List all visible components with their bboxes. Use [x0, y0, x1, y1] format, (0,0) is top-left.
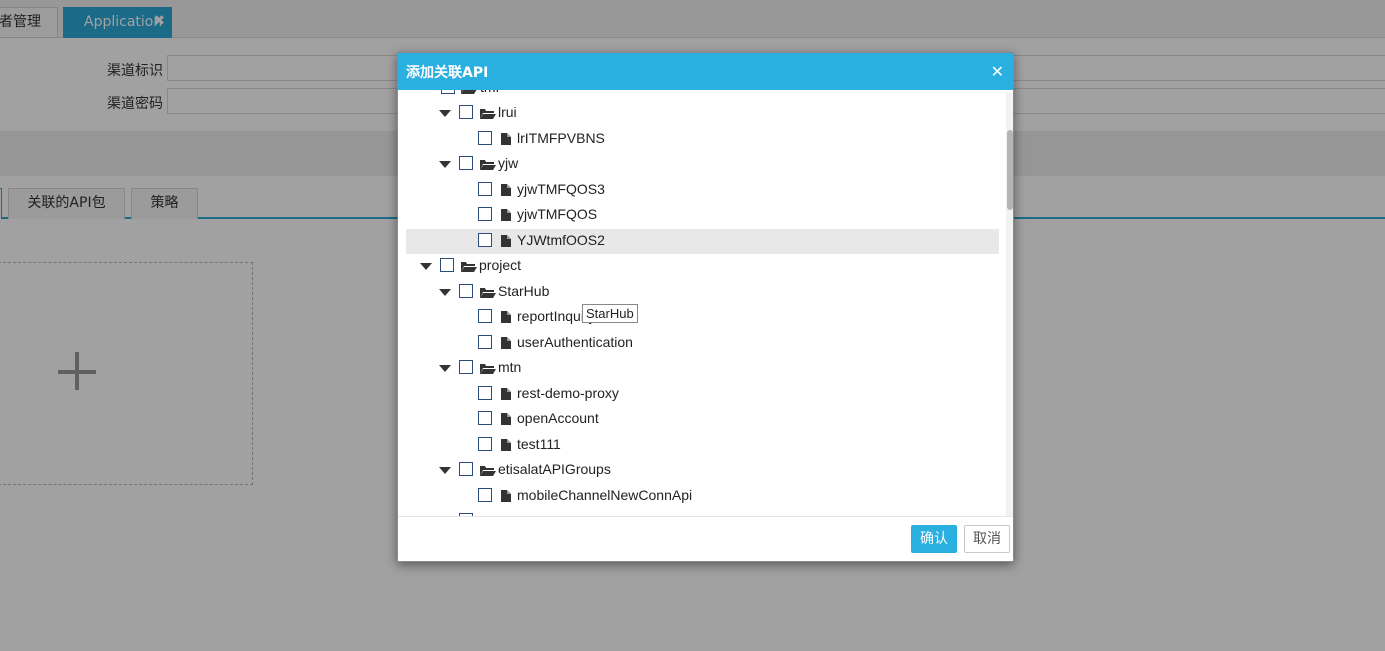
tree-node-lrITMFPVBNS[interactable]: lrITMFPVBNS	[406, 127, 999, 152]
caret-down-icon[interactable]	[439, 110, 451, 117]
node-label: etisalatAPIGroups	[498, 461, 611, 477]
folder-open-icon	[461, 90, 477, 94]
node-label: lrui	[498, 104, 517, 120]
node-checkbox[interactable]	[478, 182, 492, 196]
node-label: tmf	[480, 90, 499, 95]
file-icon	[501, 311, 511, 323]
node-checkbox[interactable]	[459, 284, 473, 298]
folder-open-icon	[480, 160, 496, 170]
node-checkbox[interactable]	[440, 258, 454, 272]
add-api-dialog: 添加关联API ✕ tmf lrui lrITMFPVBNS yjw	[397, 52, 1014, 562]
tree-node-mtn[interactable]: mtn	[406, 356, 999, 381]
tree-node-reportInquiry[interactable]: reportInquiry	[406, 305, 999, 330]
caret-down-icon[interactable]	[439, 467, 451, 474]
tree-node-StarHub[interactable]: StarHub	[406, 280, 999, 305]
file-icon	[501, 235, 511, 247]
dialog-header: 添加关联API ✕	[398, 53, 1013, 90]
tree-node-yjwTMFQOS[interactable]: yjwTMFQOS	[406, 203, 999, 228]
tree-node-lrui[interactable]: lrui	[406, 101, 999, 126]
node-checkbox[interactable]	[478, 411, 492, 425]
node-label: test111	[517, 436, 561, 452]
folder-open-icon	[480, 466, 496, 476]
node-label: StarHub	[498, 283, 550, 299]
node-checkbox[interactable]	[459, 105, 473, 119]
node-label: rest-demo-proxy	[517, 385, 619, 401]
tree-node-next[interactable]	[406, 509, 999, 516]
file-icon	[501, 184, 511, 196]
close-icon[interactable]: ✕	[991, 62, 1004, 81]
file-icon	[501, 133, 511, 145]
file-icon	[501, 490, 511, 502]
folder-open-icon	[480, 109, 496, 119]
cancel-button[interactable]: 取消	[964, 525, 1010, 553]
node-checkbox[interactable]	[478, 488, 492, 502]
caret-down-icon[interactable]	[420, 263, 432, 270]
node-label: yjwTMFQOS	[517, 206, 598, 222]
tree-node-yjwTMFQOS3[interactable]: yjwTMFQOS3	[406, 178, 999, 203]
file-icon	[501, 388, 511, 400]
node-label: lrITMFPVBNS	[517, 130, 605, 146]
tree-node-userAuthentication[interactable]: userAuthentication	[406, 331, 999, 356]
node-checkbox[interactable]	[478, 131, 492, 145]
node-checkbox[interactable]	[478, 437, 492, 451]
tooltip: StarHub	[582, 304, 638, 323]
tree-node-mobileChannelNewConnApi[interactable]: mobileChannelNewConnApi	[406, 484, 999, 509]
tree-node-rest-demo-proxy[interactable]: rest-demo-proxy	[406, 382, 999, 407]
node-checkbox[interactable]	[478, 309, 492, 323]
node-label: project	[479, 257, 522, 273]
node-checkbox[interactable]	[478, 335, 492, 349]
node-label: userAuthentication	[517, 334, 633, 350]
node-checkbox[interactable]	[459, 462, 473, 476]
node-checkbox[interactable]	[459, 360, 473, 374]
node-label: mtn	[498, 359, 522, 375]
node-checkbox[interactable]	[441, 90, 455, 94]
tree-node-openAccount[interactable]: openAccount	[406, 407, 999, 432]
api-tree: tmf lrui lrITMFPVBNS yjw yjwTMFQOS3	[398, 90, 1013, 516]
folder-open-icon	[480, 364, 496, 374]
tree-node-project[interactable]: project	[406, 254, 999, 279]
caret-down-icon[interactable]	[439, 161, 451, 168]
node-label: yjwTMFQOS3	[517, 181, 605, 197]
confirm-button[interactable]: 确认	[911, 525, 957, 553]
tree-node-etisalatAPIGroups[interactable]: etisalatAPIGroups	[406, 458, 999, 483]
file-icon	[501, 337, 511, 349]
node-label: YJWtmfOOS2	[517, 232, 605, 248]
file-icon	[501, 413, 511, 425]
caret-down-icon[interactable]	[439, 365, 451, 372]
caret-down-icon[interactable]	[439, 289, 451, 296]
scrollbar-thumb[interactable]	[1007, 130, 1013, 210]
node-label: mobileChannelNewConnApi	[517, 487, 693, 503]
folder-open-icon	[480, 288, 496, 298]
node-label: yjw	[498, 155, 519, 171]
node-checkbox[interactable]	[478, 233, 492, 247]
tree-node-YJWtmfOOS2[interactable]: YJWtmfOOS2	[406, 229, 999, 254]
node-checkbox[interactable]	[459, 156, 473, 170]
node-checkbox[interactable]	[478, 386, 492, 400]
file-icon	[501, 209, 511, 221]
tree-node-tmf[interactable]: tmf	[406, 90, 999, 101]
node-label: openAccount	[517, 410, 599, 426]
dialog-title: 添加关联API	[406, 65, 489, 81]
folder-open-icon	[461, 262, 477, 272]
tree-node-yjw[interactable]: yjw	[406, 152, 999, 177]
tree-node-test111[interactable]: test111	[406, 433, 999, 458]
file-icon	[501, 439, 511, 451]
dialog-footer: 确认 取消	[398, 516, 1013, 561]
node-checkbox[interactable]	[478, 207, 492, 221]
